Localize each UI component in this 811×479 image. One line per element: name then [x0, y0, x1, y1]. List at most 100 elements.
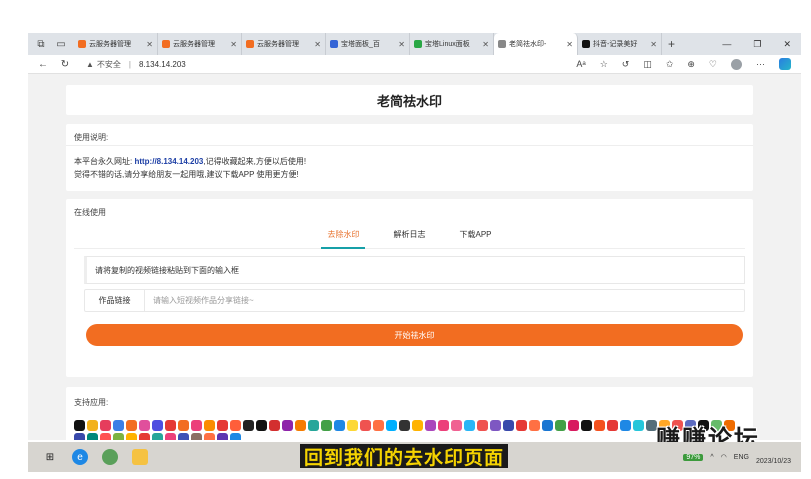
- supported-app-icon: [126, 433, 137, 440]
- permanent-url-link[interactable]: http://8.134.14.203: [134, 157, 203, 166]
- restore-button[interactable]: ❐: [753, 39, 761, 50]
- new-tab-button[interactable]: +: [668, 37, 675, 51]
- close-window-button[interactable]: ✕: [783, 39, 791, 50]
- copilot-icon[interactable]: [779, 58, 791, 70]
- read-aloud-icon[interactable]: Aᵃ: [576, 59, 585, 69]
- supported-app-icon: [633, 420, 644, 431]
- supported-app-icon: [100, 420, 111, 431]
- supported-app-icon: [308, 420, 319, 431]
- tab-label: 云服务器管理: [89, 41, 131, 48]
- tab-label: 宝塔Linux面板: [425, 41, 470, 48]
- tab-label: 抖音-记录美好: [593, 41, 638, 48]
- supported-app-icon: [165, 433, 176, 440]
- supported-app-icon: [217, 420, 228, 431]
- online-tab[interactable]: 去除水印: [321, 229, 366, 249]
- page-title: 老简祛水印: [376, 93, 442, 109]
- tab-close-icon[interactable]: ✕: [650, 40, 657, 49]
- refresh-extension-icon[interactable]: ↺: [622, 59, 630, 70]
- tab-close-icon[interactable]: ✕: [398, 40, 405, 49]
- supported-app-icon: [594, 420, 605, 431]
- supported-app-icon: [581, 420, 592, 431]
- page-content: 老简祛水印 使用说明: 本平台永久网址: http://8.134.14.203…: [28, 74, 801, 440]
- supported-app-icon: [503, 420, 514, 431]
- start-remove-watermark-button[interactable]: 开始祛水印: [86, 324, 743, 346]
- more-menu-icon[interactable]: ···: [756, 59, 765, 69]
- supported-app-icon: [165, 420, 176, 431]
- refresh-button[interactable]: ↻: [58, 59, 72, 70]
- profile-avatar[interactable]: [731, 58, 742, 70]
- tab-favicon-icon: [414, 40, 422, 48]
- tab-label: 老简祛水印-: [509, 41, 547, 48]
- link-input-row: 作品链接: [84, 289, 745, 312]
- favorites-icon[interactable]: ✩: [666, 59, 674, 70]
- supported-app-icon: [438, 420, 449, 431]
- back-button[interactable]: ←: [36, 59, 50, 70]
- tab-close-icon[interactable]: ✕: [146, 40, 153, 49]
- supported-app-icon: [87, 420, 98, 431]
- edge-icon[interactable]: e: [72, 449, 88, 465]
- minimize-button[interactable]: —: [722, 39, 731, 50]
- supported-app-icon: [230, 420, 241, 431]
- browser-tab[interactable]: 云服务器管理 ✕: [74, 33, 158, 55]
- address-bar: ← ↻ ▲ 不安全 | 8.134.14.203 Aᵃ ☆ ↺ ◫ ✩ ⊕ ♡ …: [28, 55, 801, 74]
- warning-icon: ▲: [86, 59, 94, 69]
- performance-icon[interactable]: ♡: [709, 59, 717, 70]
- supported-app-icon: [282, 420, 293, 431]
- supported-app-icon: [243, 420, 254, 431]
- tab-close-icon[interactable]: ✕: [314, 40, 321, 49]
- supported-apps-list: [74, 420, 744, 440]
- online-tab[interactable]: 下载APP: [453, 229, 497, 249]
- usage-body: 本平台永久网址: http://8.134.14.203,记得收藏起来,方便以后…: [66, 146, 753, 181]
- supported-app-icon: [191, 420, 202, 431]
- workspaces-icon[interactable]: ⧉: [34, 37, 48, 51]
- supported-app-icon: [412, 420, 423, 431]
- browser-tab-strip: ⧉ ▭ 云服务器管理 ✕ 云服务器管理 ✕ 云服务器管理 ✕ 宝塔面板_百 ✕ 宝塔Linux面…: [28, 33, 801, 55]
- browser-tab[interactable]: 云服务器管理 ✕: [158, 33, 242, 55]
- supported-app-icon: [178, 433, 189, 440]
- supported-app-icon: [204, 420, 215, 431]
- window-controls: — ❐ ✕: [722, 39, 801, 50]
- tab-close-icon[interactable]: ✕: [230, 40, 237, 49]
- supported-app-icon: [529, 420, 540, 431]
- url-separator: |: [128, 59, 131, 69]
- url-field[interactable]: ▲ 不安全 | 8.134.14.203: [86, 59, 186, 70]
- tab-close-icon[interactable]: ✕: [566, 40, 573, 49]
- browser-tab[interactable]: 抖音-记录美好 ✕: [578, 33, 662, 55]
- collections-icon[interactable]: ⊕: [687, 59, 695, 70]
- usage-heading: 使用说明:: [66, 124, 753, 146]
- browser-tab[interactable]: 宝塔面板_百 ✕: [326, 33, 410, 55]
- supported-app-icon: [295, 420, 306, 431]
- tab-actions-icon[interactable]: ▭: [54, 37, 68, 51]
- browser-tab[interactable]: 宝塔Linux面板 ✕: [410, 33, 494, 55]
- split-screen-icon[interactable]: ◫: [643, 59, 652, 70]
- online-tab[interactable]: 解析日志: [387, 229, 431, 249]
- lang-indicator[interactable]: ENG: [734, 454, 749, 461]
- tab-close-icon[interactable]: ✕: [482, 40, 489, 49]
- tab-favicon-icon: [246, 40, 254, 48]
- usage-card: 使用说明: 本平台永久网址: http://8.134.14.203,记得收藏起…: [66, 124, 753, 191]
- tab-favicon-icon: [330, 40, 338, 48]
- app-icon[interactable]: [102, 449, 118, 465]
- tab-label: 宝塔面板_百: [341, 41, 380, 48]
- browser-tab[interactable]: 老简祛水印- ✕: [494, 33, 578, 55]
- supported-app-icon: [113, 420, 124, 431]
- link-input[interactable]: [145, 290, 744, 311]
- file-explorer-icon[interactable]: [132, 449, 148, 465]
- supported-app-icon: [451, 420, 462, 431]
- windows-start-icon[interactable]: ⊞: [42, 449, 58, 465]
- supported-app-icon: [477, 420, 488, 431]
- supported-app-icon: [568, 420, 579, 431]
- supported-app-icon: [178, 420, 189, 431]
- browser-tab[interactable]: 云服务器管理 ✕: [242, 33, 326, 55]
- supported-app-icon: [139, 433, 150, 440]
- tray-chevron-icon[interactable]: ^: [710, 454, 713, 461]
- tab-favicon-icon: [162, 40, 170, 48]
- battery-indicator[interactable]: 97%: [683, 453, 704, 461]
- support-card: 支持应用:: [66, 387, 753, 440]
- wifi-icon[interactable]: ◠: [721, 453, 727, 461]
- link-input-label: 作品链接: [85, 290, 145, 311]
- clock-date[interactable]: 2023/10/23: [756, 457, 791, 466]
- supported-app-icon: [74, 420, 85, 431]
- favorite-star-icon[interactable]: ☆: [600, 59, 608, 70]
- supported-app-icon: [555, 420, 566, 431]
